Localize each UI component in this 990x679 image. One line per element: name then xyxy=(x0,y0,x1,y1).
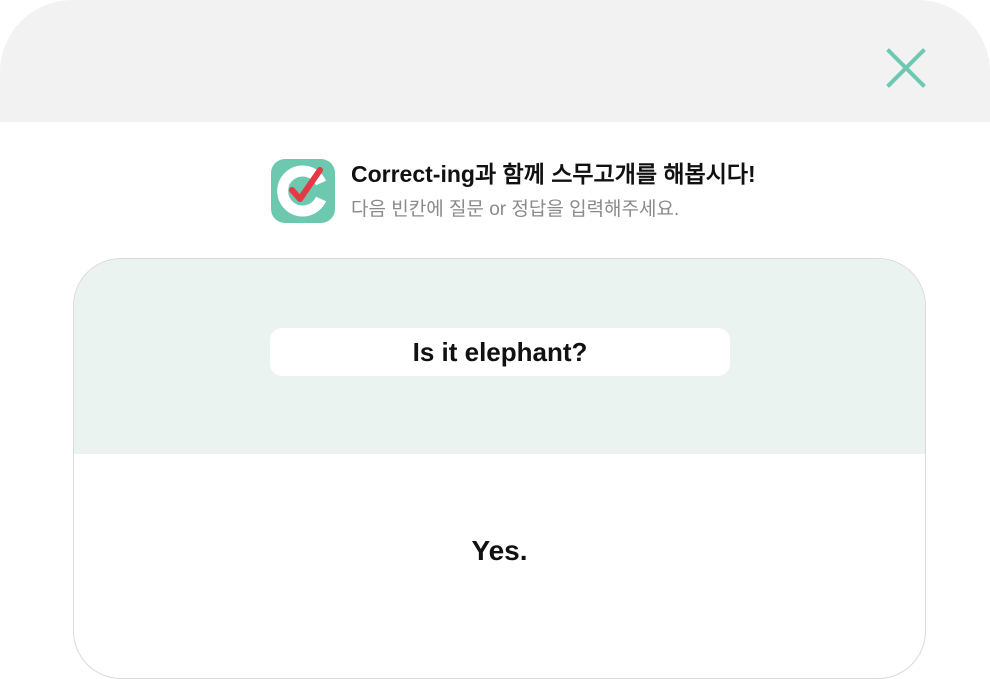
app-logo-icon xyxy=(271,159,335,223)
qa-card: Is it elephant? Yes. xyxy=(73,258,926,679)
modal-header xyxy=(0,0,990,122)
close-icon xyxy=(886,48,926,88)
question-area: Is it elephant? xyxy=(74,259,925,454)
intro-text: Correct-ing과 함께 스무고개를 해봅시다! 다음 빈칸에 질문 or… xyxy=(351,160,756,222)
close-button[interactable] xyxy=(884,46,928,90)
intro-section: Correct-ing과 함께 스무고개를 해봅시다! 다음 빈칸에 질문 or… xyxy=(271,159,756,223)
game-modal: Correct-ing과 함께 스무고개를 해봅시다! 다음 빈칸에 질문 or… xyxy=(0,0,990,679)
question-field[interactable]: Is it elephant? xyxy=(270,328,730,376)
answer-text: Yes. xyxy=(471,535,528,566)
intro-subtitle: 다음 빈칸에 질문 or 정답을 입력해주세요. xyxy=(351,199,680,220)
intro-title: Correct-ing과 함께 스무고개를 해봅시다! xyxy=(351,161,756,187)
